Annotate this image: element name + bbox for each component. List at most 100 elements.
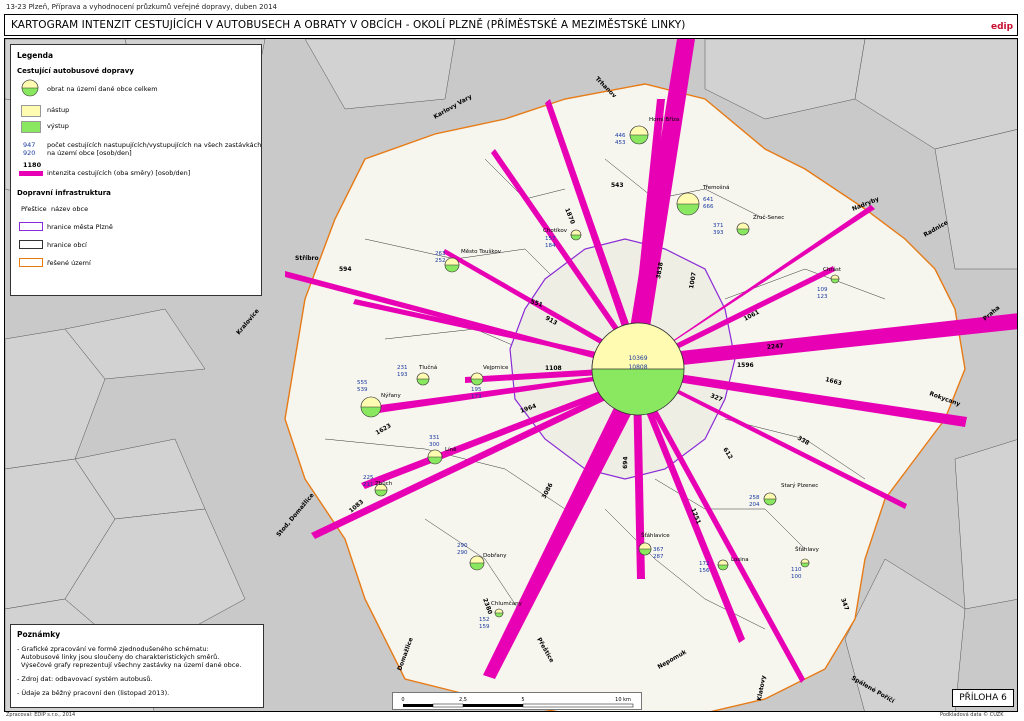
town-board: 331 (429, 435, 440, 441)
town-board: 641 (703, 197, 714, 203)
town-pie-chotikov (570, 229, 582, 241)
town-board: 109 (817, 287, 828, 293)
town-board: 195 (471, 387, 482, 393)
footer-credit: Zpracoval: EDIP s.r.o., 2014 (6, 712, 76, 718)
town-pie-dobrany (469, 555, 485, 571)
town-alight: 100 (791, 574, 802, 580)
legend-section-infra: Dopravní infrastruktura (17, 189, 111, 197)
town-alight: 300 (429, 442, 440, 448)
town-name: Zbůch (375, 480, 393, 487)
flow-sample-value: 1180 (23, 161, 42, 169)
scale-tick: 10 km (615, 697, 631, 703)
town-alight: 184 (545, 243, 556, 249)
town-pie-horni-briza (629, 125, 649, 145)
town-pie-stary-plzenec (763, 492, 777, 506)
town-name: Starý Plzenec (781, 482, 818, 489)
flow-legend-label: intenzita cestujících (oba směry) [osob/… (47, 169, 191, 177)
direction-label: Radnice (923, 219, 950, 239)
flow-value: 694 (622, 456, 629, 469)
pie-legend-icon (21, 79, 39, 97)
note-line: - Grafické zpracování ve formě zjednoduš… (17, 645, 209, 653)
scale-bar: 0 2,5 5 10 km (392, 692, 642, 710)
town-board: 290 (457, 543, 468, 549)
town-pie-tremosna (676, 192, 700, 216)
town-board: 263 (435, 251, 446, 257)
town-pie-stahlavy (800, 558, 810, 568)
count-legend-label-2: na území obce [osob/den] (47, 149, 132, 157)
area-swatch (19, 258, 43, 267)
town-name: Losina (731, 557, 749, 563)
town-name: Chrást (823, 266, 842, 273)
town-board: 152 (479, 617, 490, 623)
town-pie-line (427, 449, 443, 465)
town-name: Líně (445, 446, 457, 453)
note-line: Autobusové linky jsou sloučeny do charak… (21, 653, 220, 661)
town-alight: 159 (479, 624, 490, 630)
town-pie-zruc-senec (736, 222, 750, 236)
town-pie-chrast (830, 274, 840, 284)
flow-swatch (19, 171, 43, 176)
notes-panel: Poznámky - Grafické zpracování ve formě … (10, 624, 264, 708)
town-alight: 666 (703, 204, 714, 210)
notes-title: Poznámky (17, 630, 61, 639)
center-alight-value: 10808 (628, 364, 647, 371)
muni-border-swatch (19, 240, 43, 249)
town-name: Chlumčany (491, 600, 523, 607)
legend-section-passengers: Cestující autobusové dopravy (17, 67, 134, 75)
board-swatch (21, 105, 41, 117)
town-board: 258 (749, 495, 760, 501)
town-pie-tlucna (416, 372, 430, 386)
pie-legend-label: obrat na území dané obce celkem (47, 85, 158, 93)
town-name: Chotíkov (543, 227, 568, 234)
muni-border-legend-label: hranice obcí (47, 241, 87, 249)
town-alight: 453 (615, 140, 626, 146)
scale-tick: 0 (401, 697, 404, 703)
count-bottom-sample: 920 (23, 149, 36, 157)
alight-legend-label: výstup (47, 122, 69, 130)
town-name: Šťáhlavy (795, 546, 820, 553)
town-board: 157 (545, 236, 556, 242)
annex-label: PŘÍLOHA 6 (952, 689, 1014, 707)
town-pie-vejprnice (470, 372, 484, 386)
town-pie-stahlavice (638, 542, 652, 556)
town-board: 367 (653, 547, 664, 553)
town-alight: 156 (699, 568, 710, 574)
area-legend-label: řešené území (47, 259, 91, 267)
note-line: - Údaje za běžný pracovní den (listopad … (17, 689, 170, 697)
town-name: Vejprnice (483, 365, 509, 371)
town-board: 225 (363, 475, 374, 481)
town-name: Nýřany (381, 392, 401, 399)
board-legend-label: nástup (47, 106, 70, 114)
town-board: 371 (713, 223, 724, 229)
alight-swatch (21, 121, 41, 133)
town-alight: 173 (471, 394, 482, 400)
town-name-sample: Přeštice (21, 205, 47, 213)
count-top-sample: 947 (23, 141, 36, 149)
town-pie-mesto-touskov (444, 257, 460, 273)
flow-value: 594 (339, 266, 352, 273)
town-alight: 204 (749, 502, 760, 508)
city-border-legend-label: hranice města Plzně (47, 223, 113, 231)
town-alight: 393 (713, 230, 724, 236)
document-meta-text: 13-23 Plzeň, Příprava a vyhodnocení průz… (6, 3, 277, 11)
town-name: Horní Bříza (649, 116, 679, 123)
town-name: Třemošná (702, 184, 730, 191)
legend-panel: Legenda Cestující autobusové dopravy obr… (10, 44, 262, 296)
town-alight: 287 (653, 554, 664, 560)
town-alight: 211 (363, 482, 374, 488)
scale-tick: 5 (521, 697, 524, 703)
svg-text:edip: edip (991, 22, 1013, 32)
town-alight: 193 (397, 372, 408, 378)
flow-value: 1108 (545, 365, 562, 372)
city-border-swatch (19, 222, 43, 231)
town-board: 110 (791, 567, 802, 573)
town-alight: 123 (817, 294, 828, 300)
town-name: Město Touškov (461, 248, 502, 255)
center-board-value: 10369 (628, 355, 647, 362)
direction-label: Stod, Domažlice (275, 492, 315, 538)
direction-label: Stříbro (295, 255, 319, 262)
town-name-legend-label: název obce (51, 205, 89, 213)
town-board: 172 (699, 561, 710, 567)
town-pie-chlumcany (494, 608, 504, 618)
town-alight: 252 (435, 258, 446, 264)
